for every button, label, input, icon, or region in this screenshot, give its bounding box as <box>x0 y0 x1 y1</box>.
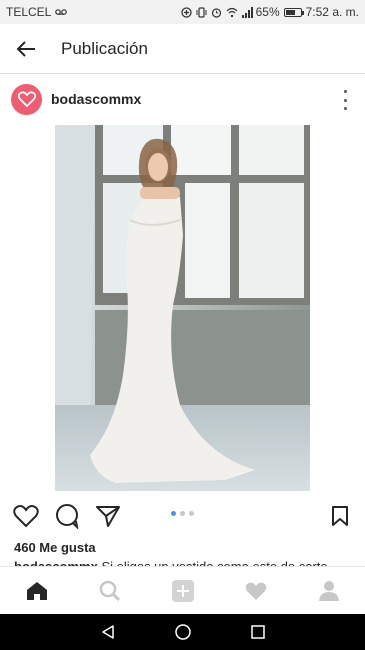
status-bar: TELCEL 65% 7:52 a. m. <box>0 0 365 24</box>
share-button[interactable] <box>94 502 122 530</box>
carousel-dot <box>189 511 194 516</box>
comment-button[interactable] <box>53 502 81 530</box>
clock: 7:52 a. m. <box>305 5 359 19</box>
search-icon <box>99 580 120 601</box>
home-icon <box>26 581 47 600</box>
system-recents-button[interactable] <box>247 621 269 643</box>
alarm-icon <box>211 7 222 18</box>
voicemail-icon <box>55 5 68 19</box>
carousel-dot <box>180 511 185 516</box>
app-bar: Publicación <box>0 24 365 74</box>
back-button[interactable] <box>4 24 48 74</box>
system-back-button[interactable] <box>97 621 119 643</box>
nav-add-button[interactable] <box>163 571 203 611</box>
carrier-label: TELCEL <box>6 5 52 19</box>
system-home-button[interactable] <box>172 621 194 643</box>
data-saver-icon <box>180 6 192 18</box>
send-icon <box>96 506 120 527</box>
post-username[interactable]: bodascommx <box>51 91 141 107</box>
like-button[interactable] <box>12 502 40 530</box>
likes-count[interactable]: 460 Me gusta <box>14 540 96 555</box>
signal-icon <box>241 6 253 18</box>
more-options-button[interactable] <box>339 90 351 110</box>
avatar[interactable] <box>11 83 42 115</box>
add-icon <box>171 579 194 602</box>
system-navigation-bar <box>0 614 365 650</box>
page-title: Publicación <box>61 38 148 58</box>
carousel-dot <box>171 511 176 516</box>
activity-heart-icon <box>245 582 266 600</box>
nav-home-button[interactable] <box>17 571 57 611</box>
comment-icon <box>56 504 79 529</box>
save-button[interactable] <box>326 502 354 530</box>
heart-logo-icon <box>17 91 36 107</box>
battery-percent: 65% <box>255 5 280 19</box>
post-header: bodascommx <box>0 74 365 124</box>
battery-icon <box>283 7 304 17</box>
more-vertical-icon <box>343 90 347 93</box>
back-triangle-icon <box>101 625 114 639</box>
nav-search-button[interactable] <box>90 571 130 611</box>
bookmark-icon <box>332 506 348 526</box>
profile-icon <box>318 580 339 601</box>
home-circle-icon <box>174 624 191 640</box>
carousel-indicator <box>171 511 194 516</box>
bottom-navigation <box>0 566 365 614</box>
vibrate-icon <box>196 6 207 18</box>
recents-square-icon <box>250 625 265 639</box>
heart-outline-icon <box>13 505 39 528</box>
post-image[interactable] <box>55 125 310 491</box>
arrow-back-icon <box>16 40 35 57</box>
wifi-icon <box>226 7 238 18</box>
nav-activity-button[interactable] <box>236 571 276 611</box>
nav-profile-button[interactable] <box>309 571 349 611</box>
